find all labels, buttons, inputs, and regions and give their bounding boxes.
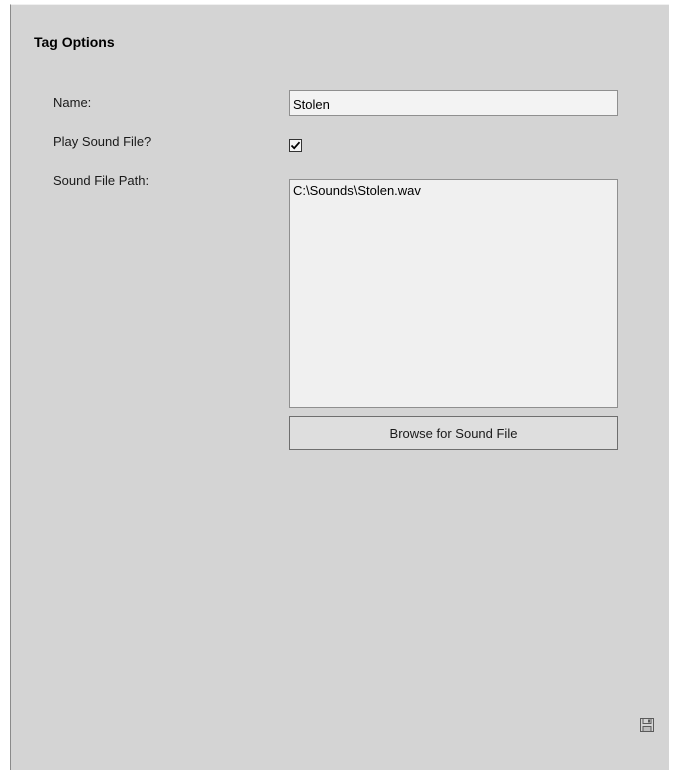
checkmark-icon <box>290 141 301 150</box>
browse-sound-file-button[interactable]: Browse for Sound File <box>289 416 618 450</box>
play-sound-label: Play Sound File? <box>53 134 152 149</box>
sound-path-label: Sound File Path: <box>53 173 150 188</box>
name-label: Name: <box>53 95 92 110</box>
panel-title: Tag Options <box>34 34 115 50</box>
save-icon[interactable] <box>639 717 655 733</box>
play-sound-checkbox[interactable] <box>289 139 302 152</box>
name-input[interactable] <box>289 90 618 116</box>
sound-path-textarea[interactable]: C:\Sounds\Stolen.wav <box>289 179 618 408</box>
tag-options-panel: Tag Options Name: Play Sound File? Sound… <box>10 4 669 770</box>
